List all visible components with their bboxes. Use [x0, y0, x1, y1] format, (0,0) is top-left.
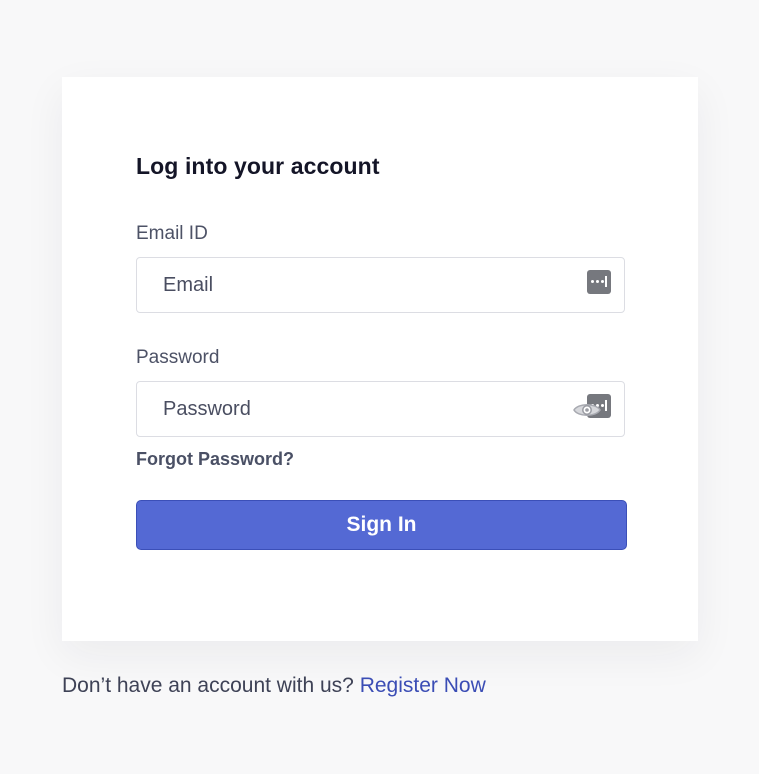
eye-icon[interactable]	[573, 399, 601, 421]
login-page: Log into your account Email ID Password	[0, 0, 759, 774]
register-now-link[interactable]: Register Now	[360, 674, 486, 697]
forgot-password-link[interactable]: Forgot Password?	[136, 448, 294, 470]
password-manager-icon[interactable]	[587, 270, 611, 294]
register-prompt: Don’t have an account with us? Register …	[62, 673, 486, 699]
password-label: Password	[136, 347, 220, 368]
register-prompt-text: Don’t have an account with us?	[62, 674, 354, 697]
email-field-wrapper	[136, 257, 625, 313]
page-title: Log into your account	[136, 153, 380, 179]
email-label: Email ID	[136, 223, 208, 244]
email-field[interactable]	[137, 258, 624, 312]
login-card: Log into your account Email ID Password	[62, 77, 698, 641]
password-field-wrapper	[136, 381, 625, 437]
sign-in-button[interactable]: Sign In	[136, 500, 627, 550]
password-field[interactable]	[137, 382, 624, 436]
